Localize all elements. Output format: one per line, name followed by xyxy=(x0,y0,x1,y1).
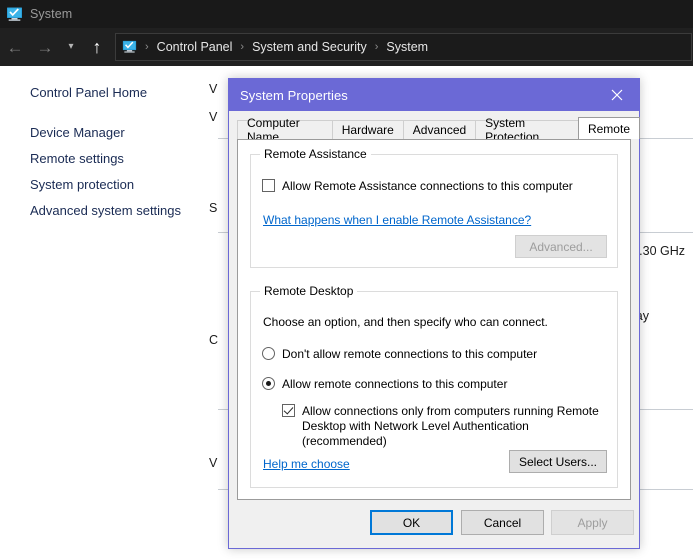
dialog-footer: OK Cancel Apply xyxy=(229,500,639,548)
sidebar-item-control-panel-home[interactable]: Control Panel Home xyxy=(0,79,218,105)
tab-advanced[interactable]: Advanced xyxy=(402,120,477,139)
remote-desktop-group: Remote Desktop Choose an option, and the… xyxy=(250,284,618,488)
remote-assistance-legend: Remote Assistance xyxy=(260,147,371,161)
close-icon[interactable] xyxy=(595,79,639,111)
breadcrumb-separator: › xyxy=(374,41,379,53)
background-clipped-text: V xyxy=(209,82,218,96)
allow-remote-assistance-checkbox[interactable] xyxy=(262,179,275,192)
arrow-up-icon[interactable]: ↑ xyxy=(82,32,112,62)
apply-button: Apply xyxy=(551,510,634,535)
system-properties-dialog: System Properties Computer Name Hardware… xyxy=(228,78,640,549)
remote-tab-page: Remote Assistance Allow Remote Assistanc… xyxy=(237,139,631,500)
chevron-down-icon[interactable]: ▾ xyxy=(60,32,82,62)
help-me-choose-link[interactable]: Help me choose xyxy=(263,457,350,471)
breadcrumb-separator: › xyxy=(240,41,245,53)
allow-remote-assistance-checkbox-row[interactable]: Allow Remote Assistance connections to t… xyxy=(262,179,573,194)
arrow-left-icon[interactable]: ← xyxy=(0,32,30,62)
allow-remote-connections-label: Allow remote connections to this compute… xyxy=(282,377,508,391)
dialog-tabstrip: Computer Name Hardware Advanced System P… xyxy=(237,116,640,144)
address-bar[interactable]: › Control Panel › System and Security › … xyxy=(115,33,692,61)
tab-system-protection[interactable]: System Protection xyxy=(475,116,579,144)
remote-assistance-group: Remote Assistance Allow Remote Assistanc… xyxy=(250,147,618,268)
explorer-sidebar: Control Panel Home Device Manager Remote… xyxy=(0,66,218,559)
breadcrumb-system-and-security[interactable]: System and Security xyxy=(247,40,372,54)
dialog-title: System Properties xyxy=(240,87,348,103)
dont-allow-remote-connections-radio[interactable] xyxy=(262,347,275,360)
tab-hardware[interactable]: Hardware xyxy=(331,120,404,139)
select-users-button[interactable]: Select Users... xyxy=(509,450,607,473)
ok-button[interactable]: OK xyxy=(370,510,453,535)
system-monitor-icon xyxy=(6,7,23,22)
remote-assistance-help-link[interactable]: What happens when I enable Remote Assist… xyxy=(263,213,531,227)
allow-remote-assistance-label: Allow Remote Assistance connections to t… xyxy=(282,179,573,193)
dialog-titlebar: System Properties xyxy=(229,79,639,111)
nla-label-line1: Allow connections only from computers ru… xyxy=(302,404,599,418)
background-cpu-speed: 3.30 GHz xyxy=(632,244,685,258)
nla-label-line2: Desktop with Network Level Authenticatio… xyxy=(302,419,529,448)
dont-allow-remote-connections-label: Don't allow remote connections to this c… xyxy=(282,347,538,361)
background-clipped-text: S xyxy=(209,201,218,215)
breadcrumb-system[interactable]: System xyxy=(381,40,433,54)
background-clipped-text: V xyxy=(209,110,218,124)
cancel-button[interactable]: Cancel xyxy=(461,510,544,535)
sidebar-item-device-manager[interactable]: Device Manager xyxy=(0,119,218,145)
allow-remote-connections-radio[interactable] xyxy=(262,377,275,390)
address-system-monitor-icon xyxy=(122,40,139,55)
screen: System ← → ▾ ↑ › Control Panel › System … xyxy=(0,0,693,559)
remote-desktop-legend: Remote Desktop xyxy=(260,284,358,298)
tab-computer-name[interactable]: Computer Name xyxy=(237,116,333,144)
explorer-window-title: System xyxy=(30,7,73,21)
sidebar-item-advanced-system-settings[interactable]: Advanced system settings xyxy=(0,197,218,223)
sidebar-item-system-protection[interactable]: System protection xyxy=(0,171,218,197)
explorer-titlebar: System xyxy=(0,0,693,28)
nla-checkbox-row[interactable]: Allow connections only from computers ru… xyxy=(282,404,612,449)
allow-remote-connections-radio-row[interactable]: Allow remote connections to this compute… xyxy=(262,377,507,392)
breadcrumb-separator: › xyxy=(145,41,149,53)
nla-checkbox[interactable] xyxy=(282,404,295,417)
dont-allow-remote-connections-radio-row[interactable]: Don't allow remote connections to this c… xyxy=(262,347,537,362)
background-clipped-text: C xyxy=(209,333,219,347)
remote-assistance-advanced-button: Advanced... xyxy=(515,235,607,258)
sidebar-item-remote-settings[interactable]: Remote settings xyxy=(0,145,218,171)
arrow-right-icon[interactable]: → xyxy=(30,32,60,62)
remote-desktop-instruction: Choose an option, and then specify who c… xyxy=(263,315,548,329)
breadcrumb-control-panel[interactable]: Control Panel xyxy=(152,40,238,54)
background-clipped-text: V xyxy=(209,456,218,470)
explorer-navbar: ← → ▾ ↑ › Control Panel › System and Sec… xyxy=(0,28,693,66)
tab-remote[interactable]: Remote xyxy=(577,117,640,139)
